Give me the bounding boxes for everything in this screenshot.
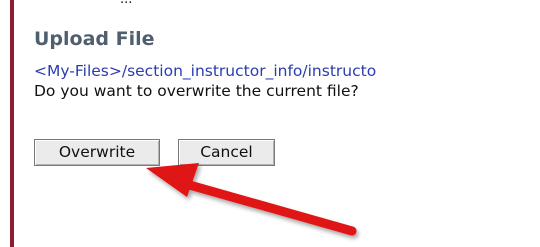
cancel-button[interactable]: Cancel (178, 139, 275, 166)
dialog-title: Upload File (34, 28, 155, 50)
overwrite-question: Do you want to overwrite the current fil… (34, 82, 359, 100)
overwrite-button[interactable]: Overwrite (34, 139, 160, 166)
file-path: <My-Files>/section_instructor_info/instr… (34, 62, 377, 80)
clipped-header-text: ... (120, 0, 132, 7)
upload-file-dialog: Upload File <My-Files>/section_instructo… (34, 28, 540, 101)
accent-bar (10, 0, 14, 247)
